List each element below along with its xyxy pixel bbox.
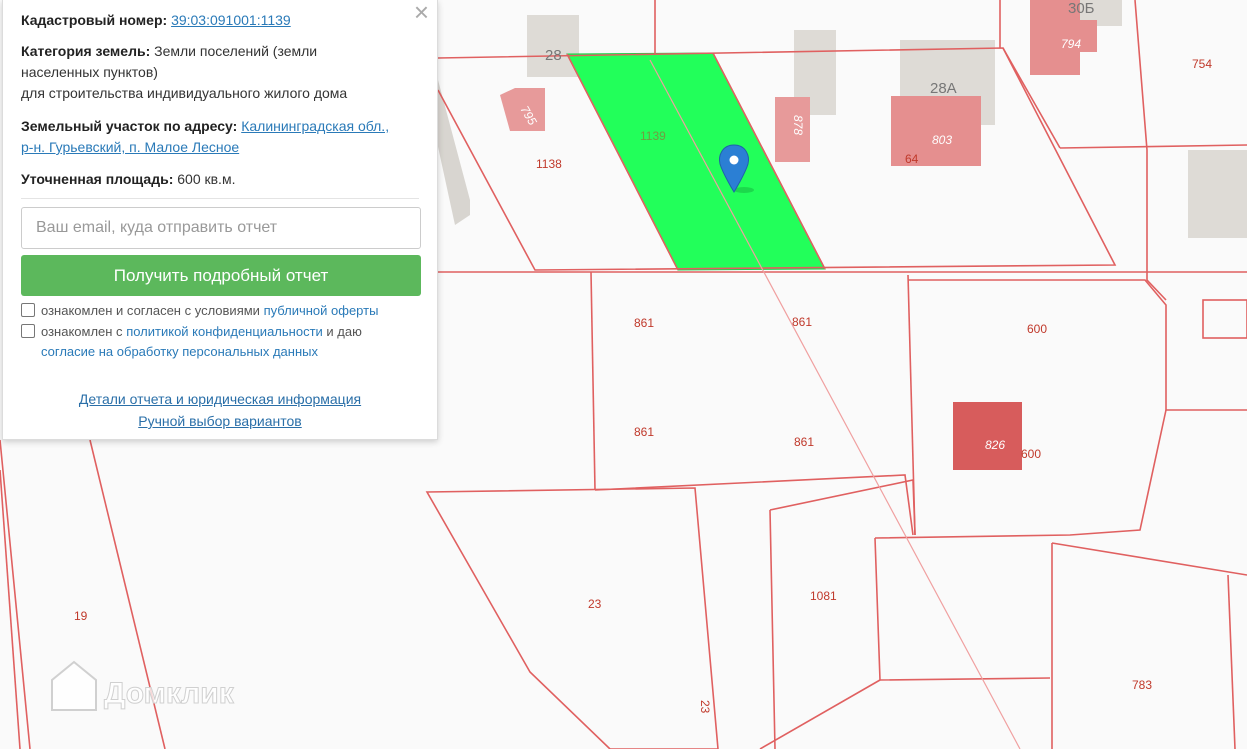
plot-label: 783 [1132, 678, 1152, 692]
house-number: 28 [545, 47, 562, 64]
get-report-button[interactable]: Получить подробный отчет [21, 255, 421, 296]
plot-label: 861 [634, 425, 654, 439]
category-text: населенных пунктов) [21, 64, 158, 80]
plot-label: 600 [1027, 322, 1047, 336]
plot-label: 861 [792, 315, 812, 329]
address-row: Земельный участок по адресу: Калининград… [21, 116, 417, 158]
plot-label: 861 [794, 435, 814, 449]
plot-label: 754 [1192, 57, 1212, 71]
personal-data-consent-link[interactable]: согласие на обработку персональных данны… [41, 344, 318, 359]
building-label: 794 [1061, 37, 1081, 51]
plot-label: 600 [1021, 447, 1041, 461]
address-label: Земельный участок по адресу: [21, 118, 238, 134]
address-link[interactable]: р-н. Гурьевский, п. Малое Лесное [21, 139, 239, 155]
plot-label: 1138 [536, 157, 562, 171]
details-row: Детали отчета и юридическая информация [3, 391, 437, 407]
building-label: 878 [791, 115, 805, 135]
offer-consent-checkbox[interactable] [21, 303, 35, 317]
category-label: Категория земель: [21, 43, 151, 59]
area-row: Уточненная площадь: 600 кв.м. [21, 169, 417, 190]
plot-label: 23 [698, 700, 712, 714]
parcel-info-panel: × Кадастровый номер: 39:03:091001:1139 К… [2, 0, 438, 440]
plot-label: 861 [634, 316, 654, 330]
offer-consent-row: ознакомлен и согласен с условиями публич… [21, 301, 423, 321]
house-number: 28А [930, 80, 957, 97]
plot-label: 1139 [640, 129, 666, 143]
plot-label: 64 [905, 152, 919, 166]
building-label: 803 [932, 133, 952, 147]
manual-row: Ручной выбор вариантов [3, 413, 437, 429]
watermark-text: Домклик [104, 677, 235, 710]
cadastral-number-row: Кадастровый номер: 39:03:091001:1139 [21, 10, 417, 31]
category-text: Земли поселений (земли [154, 43, 318, 59]
divider [21, 198, 419, 199]
consent-text: и даю [326, 324, 362, 339]
address-link[interactable]: Калининградская обл., [241, 118, 389, 134]
privacy-policy-link[interactable]: политикой конфиденциальности [126, 324, 323, 339]
area-value: 600 кв.м. [177, 171, 236, 187]
consent-text: ознакомлен с [41, 324, 123, 339]
consent-text: ознакомлен и согласен с условиями [41, 303, 260, 318]
manual-selection-link[interactable]: Ручной выбор вариантов [138, 413, 302, 429]
plot-label: 19 [74, 609, 88, 623]
email-input[interactable] [21, 207, 421, 249]
land-category-row: Категория земель: Земли поселений (земли… [21, 41, 417, 104]
report-details-link[interactable]: Детали отчета и юридическая информация [79, 391, 361, 407]
house-number: 30Б [1068, 0, 1095, 17]
privacy-consent-checkbox[interactable] [21, 324, 35, 338]
privacy-consent-row: ознакомлен с политикой конфиденциальност… [21, 322, 423, 362]
plot-label: 23 [588, 597, 602, 611]
area-label: Уточненная площадь: [21, 171, 174, 187]
building-label: 826 [985, 438, 1005, 452]
category-text: для строительства индивидуального жилого… [21, 85, 348, 101]
public-offer-link[interactable]: публичной оферты [264, 303, 379, 318]
cadastral-number-link[interactable]: 39:03:091001:1139 [171, 12, 291, 28]
cadastral-label: Кадастровый номер: [21, 12, 168, 28]
plot-label: 1081 [810, 589, 837, 603]
